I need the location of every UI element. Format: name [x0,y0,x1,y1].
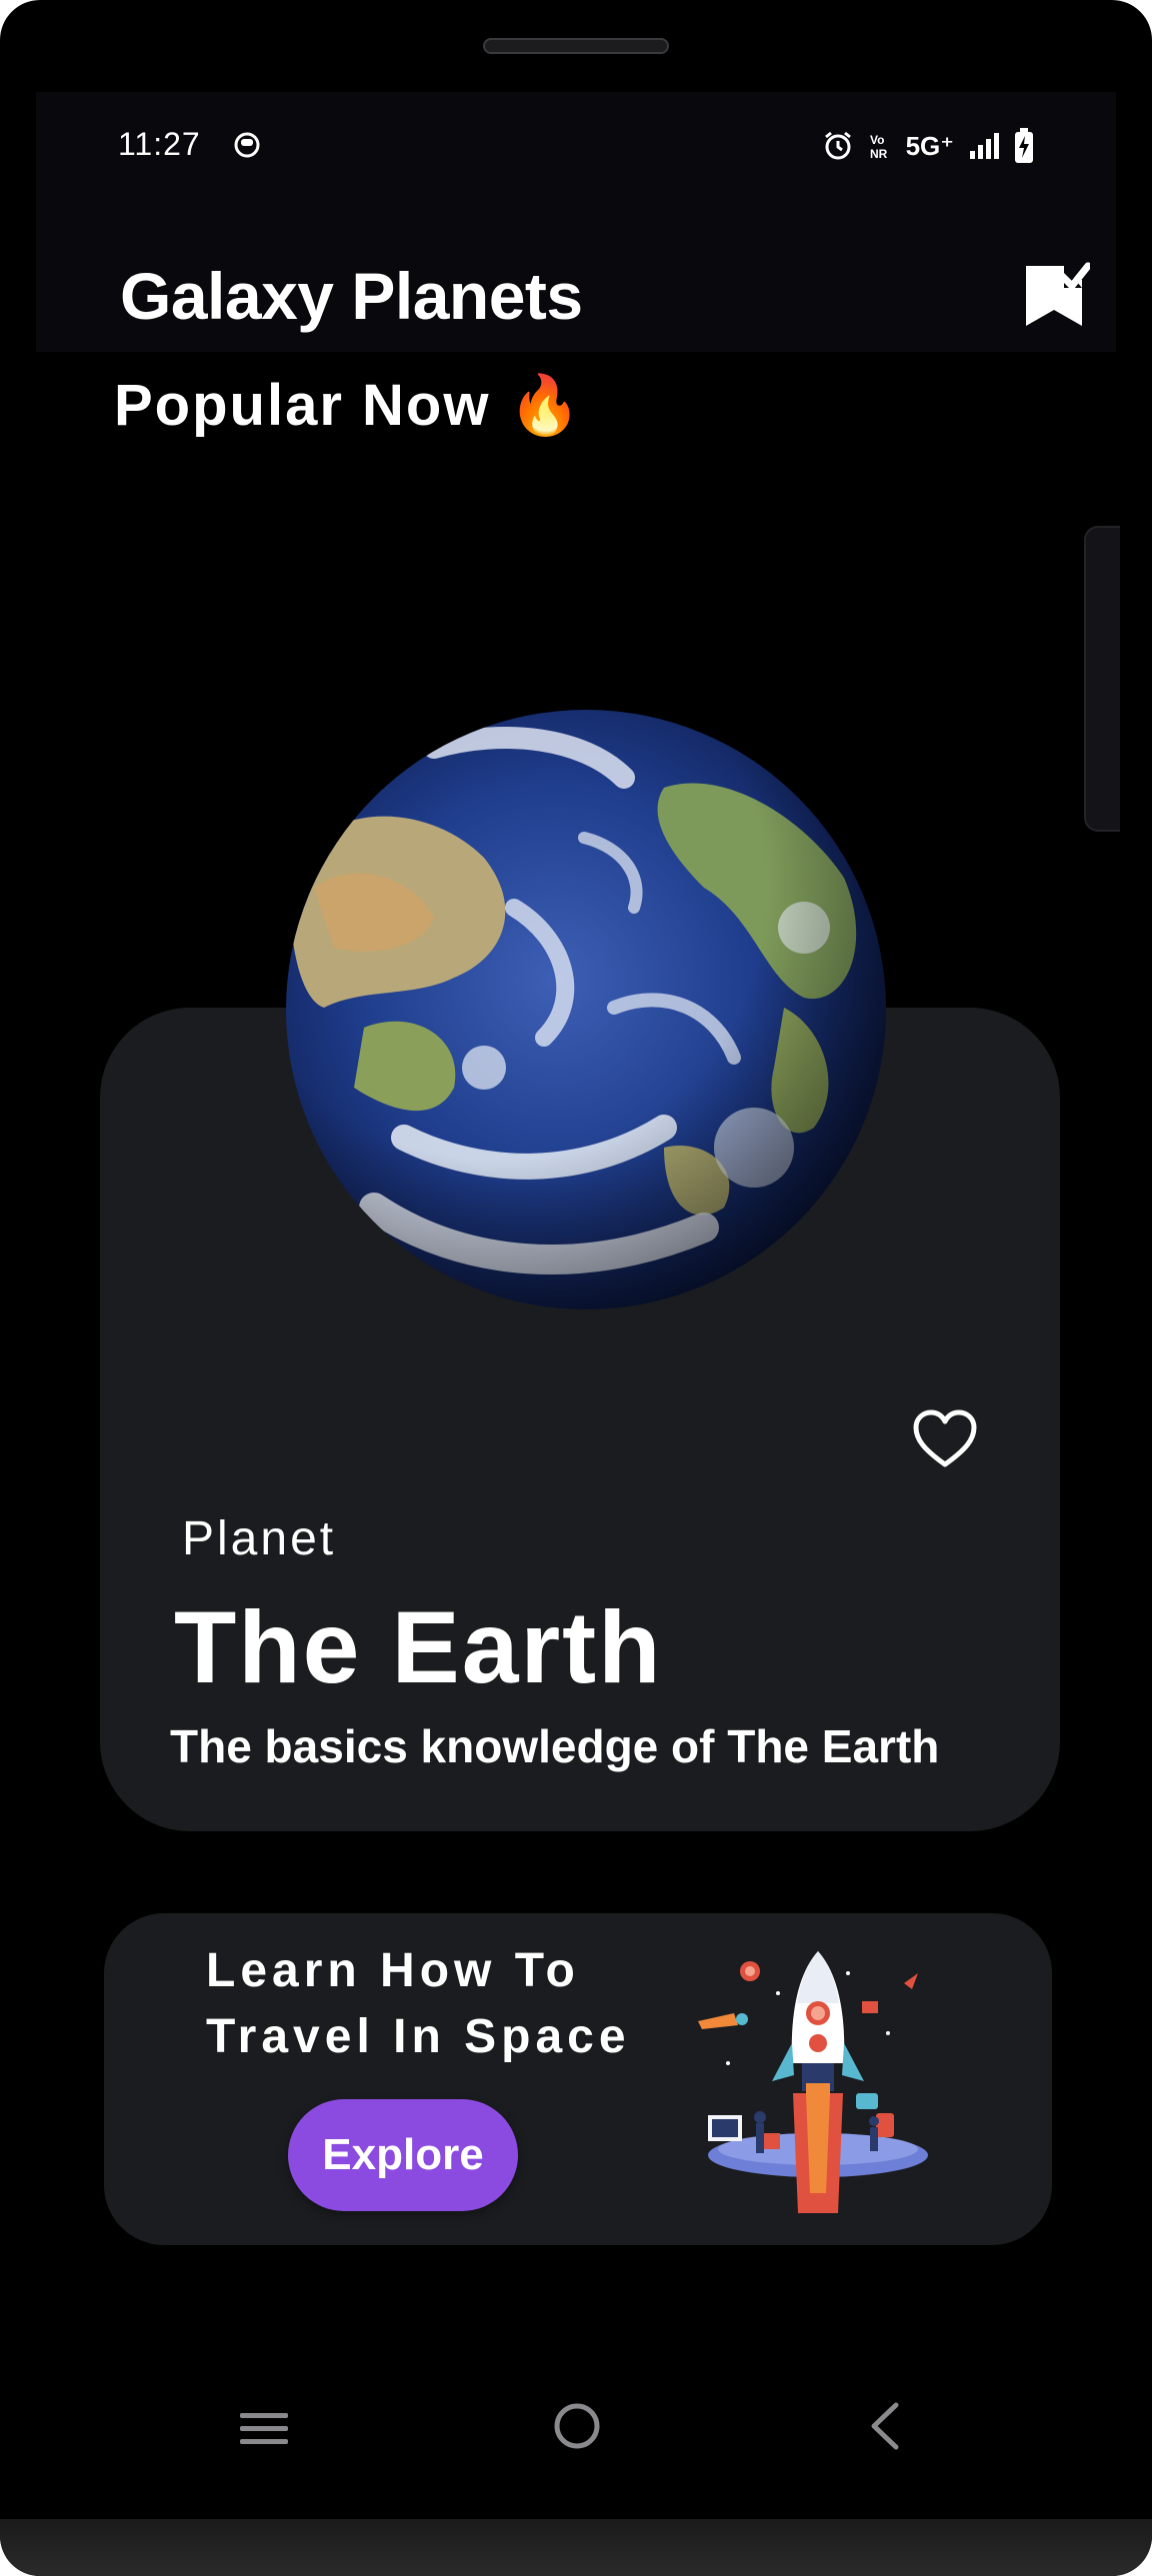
explore-button[interactable]: Explore [288,2099,518,2211]
status-icons: Vo NR 5G⁺ [822,128,1034,164]
rocket-launch-illustration [698,1951,928,2213]
home-button[interactable] [552,2401,602,2456]
status-time: 11:27 [118,126,201,162]
phone-screen: 11:27 Vo NR 5G⁺ Galaxy Planets Popular N… [0,0,1152,2576]
scroll-indicator[interactable] [1084,526,1120,832]
alarm-icon [824,131,851,160]
bookmark-check-icon [1026,262,1092,326]
section-title-text: Popular Now [114,373,491,438]
recents-button[interactable] [238,2409,290,2454]
heart-outline-icon [913,1409,977,1467]
back-icon [871,2402,899,2450]
travel-card-line-2: Travel In Space [206,2010,631,2063]
recents-icon [240,2413,288,2444]
svg-text:NR: NR [870,147,888,161]
svg-text:Vo: Vo [870,133,884,147]
fire-icon: 🔥 [508,373,583,438]
vonr-icon: Vo NR [870,133,888,161]
planet-description: The basics knowledge of The Earth [170,1720,940,1772]
planet-name: The Earth [174,1590,663,1704]
planet-type: Planet [182,1512,337,1565]
network-type: 5G⁺ [905,130,954,161]
back-button[interactable] [866,2401,902,2456]
section-title: Popular Now 🔥 [114,372,583,440]
travel-card-line-1: Learn How To [206,1944,580,1997]
app-title: Galaxy Planets [120,259,583,333]
earth-image [286,710,886,1309]
home-icon [554,2403,600,2449]
favorite-button[interactable] [912,1409,978,1469]
bookmarks-button[interactable] [1024,260,1096,336]
notification-app-icon [234,132,260,158]
earpiece [483,38,669,54]
battery-charging-icon [1015,128,1033,163]
signal-icon [970,133,999,159]
bottom-bezel [0,2519,1152,2576]
